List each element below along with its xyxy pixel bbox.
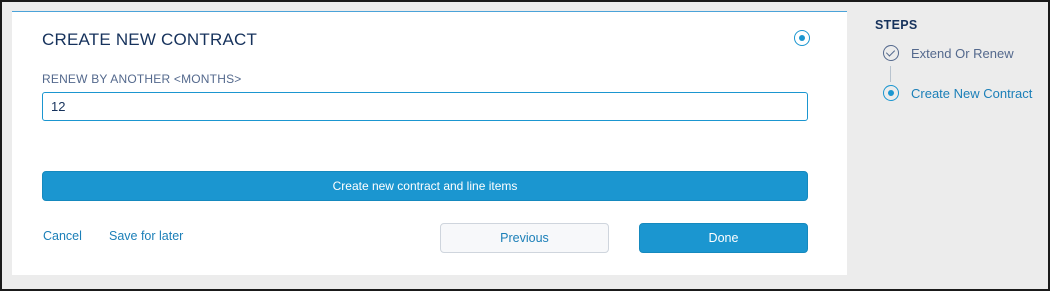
save-for-later-link[interactable]: Save for later: [109, 229, 183, 243]
steps-heading: STEPS: [875, 18, 918, 32]
app-frame: CREATE NEW CONTRACT RENEW BY ANOTHER <MO…: [0, 0, 1050, 291]
current-step-icon: [794, 30, 810, 46]
done-button[interactable]: Done: [639, 223, 808, 253]
check-circle-icon: [883, 45, 899, 61]
current-step-icon: [883, 85, 899, 101]
months-field-label: RENEW BY ANOTHER <MONTHS>: [42, 72, 242, 86]
months-input[interactable]: [42, 92, 808, 121]
form-card: CREATE NEW CONTRACT RENEW BY ANOTHER <MO…: [12, 11, 847, 275]
steps-panel: STEPS Extend Or Renew Create New Contrac…: [875, 14, 1045, 274]
create-contract-button[interactable]: Create new contract and line items: [42, 171, 808, 201]
step-connector: [890, 66, 891, 82]
cancel-link[interactable]: Cancel: [43, 229, 82, 243]
step-label: Create New Contract: [911, 85, 1033, 101]
page-title: CREATE NEW CONTRACT: [42, 30, 258, 49]
step-label: Extend Or Renew: [911, 45, 1014, 61]
step-item-extend-or-renew[interactable]: Extend Or Renew: [883, 45, 1014, 61]
previous-button[interactable]: Previous: [440, 223, 609, 253]
step-item-create-new-contract[interactable]: Create New Contract: [883, 85, 1032, 101]
